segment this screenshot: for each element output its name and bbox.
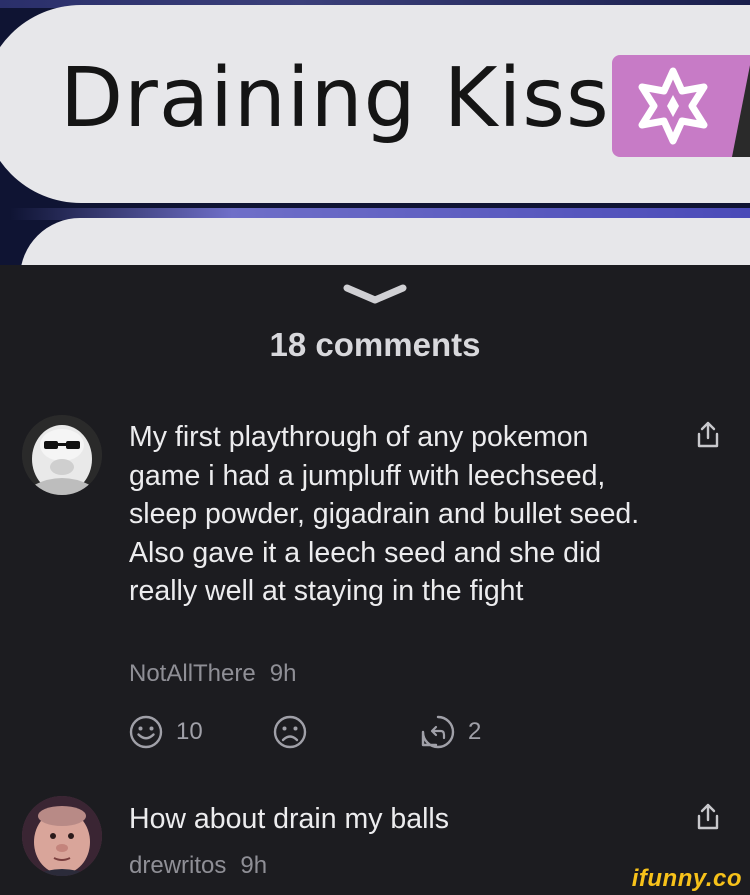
comment-author[interactable]: drewritos — [129, 852, 226, 879]
comment-time: 9h — [240, 852, 268, 879]
smile-count: 10 — [176, 718, 203, 745]
reply-icon — [421, 715, 455, 749]
comment-meta: drewritos 9h — [129, 852, 267, 880]
reply-count: 2 — [468, 718, 482, 745]
move-name: Draining Kiss — [60, 51, 610, 146]
avatar-image — [22, 415, 102, 495]
comment-text: My first playthrough of any pokemon game… — [129, 421, 640, 607]
avatar[interactable] — [22, 796, 102, 876]
next-move-panel — [20, 218, 750, 265]
smile-icon — [129, 715, 163, 749]
share-icon[interactable] — [695, 420, 721, 450]
ifunny-watermark: ifunny.co — [631, 865, 742, 892]
type-badge — [612, 55, 750, 157]
comment-author[interactable]: NotAllThere — [129, 660, 256, 687]
comment-text: How about drain my balls — [129, 803, 449, 835]
avatar-image — [22, 796, 102, 876]
comment-time: 9h — [269, 660, 297, 687]
chevron-down-icon[interactable] — [343, 284, 407, 306]
fairy-type-icon — [638, 67, 708, 145]
sad-face-icon — [273, 715, 307, 749]
comment-count: 18 comments — [269, 326, 481, 363]
badge-dark-edge — [732, 55, 750, 157]
post-image[interactable]: Draining Kiss — [0, 0, 750, 265]
avatar[interactable] — [22, 415, 102, 495]
reply-button[interactable]: 2 — [420, 714, 481, 750]
comment-meta: NotAllThere 9h — [129, 660, 296, 688]
unsmile-button[interactable] — [272, 714, 308, 750]
share-icon[interactable] — [695, 802, 721, 832]
smile-button[interactable]: 10 — [128, 714, 203, 750]
